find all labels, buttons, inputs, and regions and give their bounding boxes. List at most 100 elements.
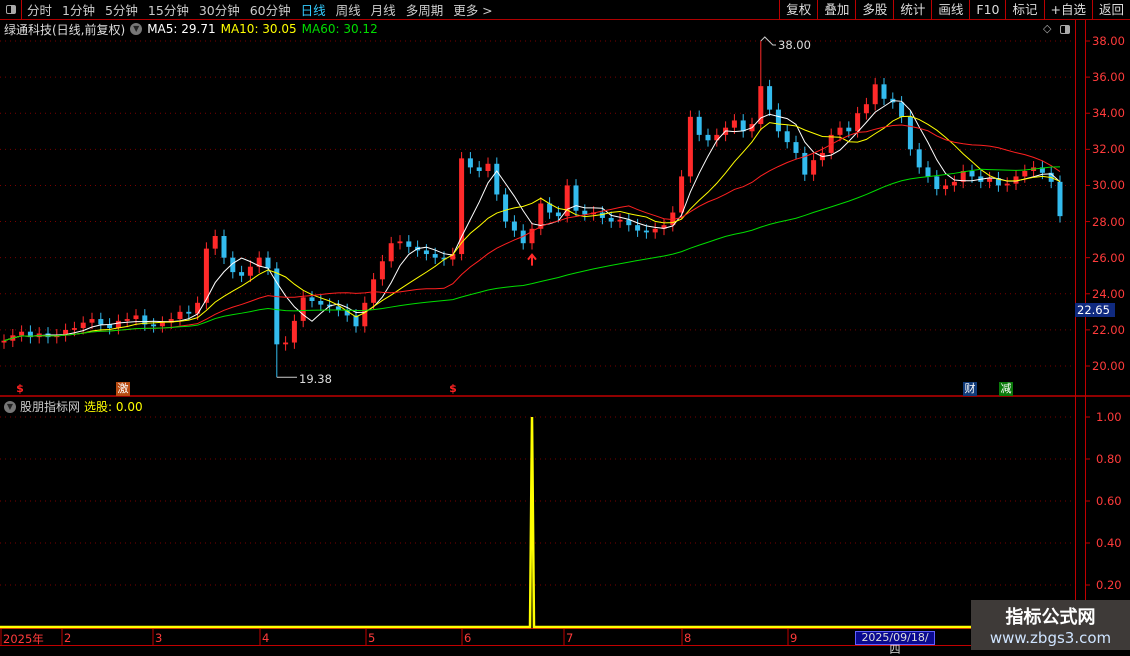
candle-up <box>124 319 130 321</box>
candle-up <box>485 163 491 171</box>
candle-down <box>503 194 509 222</box>
candle-up <box>133 315 139 320</box>
candle-up <box>159 322 165 327</box>
candle-up <box>371 279 377 303</box>
candle-up <box>203 248 209 303</box>
indicator-tick: 0.20 <box>1096 578 1122 592</box>
candle-down <box>406 241 412 247</box>
candle-up <box>1013 176 1019 184</box>
candle-up <box>617 219 623 222</box>
candle-down <box>318 301 324 305</box>
buy-arrow-icon <box>527 253 537 266</box>
jian-badge[interactable]: 减 <box>999 382 1013 396</box>
month-label: 2025年 <box>3 632 44 646</box>
candle-up <box>247 266 253 276</box>
indicator-tick: 1.00 <box>1096 410 1122 424</box>
candle-up <box>863 104 869 114</box>
chevron-down-icon[interactable]: ▼ <box>4 400 16 413</box>
month-label: 8 <box>684 631 692 645</box>
candle-up <box>872 84 878 105</box>
candle-up <box>1004 183 1010 186</box>
indicator-name: 股朋指标网 <box>20 400 81 414</box>
candle-up <box>80 322 86 329</box>
candle-up <box>19 331 25 336</box>
month-label: 5 <box>368 631 376 645</box>
candle-up <box>837 127 843 135</box>
indicator-header: ▼ 股朋指标网 选股: 0.00 <box>4 398 143 415</box>
candle-down <box>635 225 641 231</box>
candle-up <box>679 176 685 213</box>
candle-down <box>925 167 931 177</box>
candle-up <box>1 340 7 343</box>
candle-up <box>115 320 121 329</box>
price-tick: 24.00 <box>1092 286 1125 301</box>
candle-up <box>89 319 95 323</box>
price-tick: 30.00 <box>1092 178 1125 193</box>
candle-up <box>855 113 861 132</box>
candle-down <box>1057 181 1063 217</box>
candle-down <box>881 84 887 99</box>
cursor-date: 2025/09/18/四 <box>855 631 935 656</box>
candle-up <box>811 160 817 175</box>
month-label: 6 <box>464 631 472 645</box>
candle-down <box>151 324 157 327</box>
ji-badge[interactable]: 激 <box>116 382 130 396</box>
dollar-badge[interactable]: $ <box>13 382 27 396</box>
candle-up <box>300 297 306 321</box>
price-tick: 22.00 <box>1092 322 1125 337</box>
month-label: 3 <box>155 631 163 645</box>
cai-badge[interactable]: 财 <box>963 382 977 396</box>
candlestick-chart[interactable] <box>0 0 1130 650</box>
price-tick: 20.00 <box>1092 359 1125 373</box>
candle-up <box>714 134 720 141</box>
candle-up <box>379 261 385 280</box>
candle-down <box>511 221 517 231</box>
candle-up <box>283 342 289 345</box>
candle-down <box>740 120 746 132</box>
price-tick: 36.00 <box>1092 70 1125 85</box>
candle-up <box>362 302 368 327</box>
candle-up <box>291 320 297 343</box>
candle-down <box>793 142 799 153</box>
price-tick: 34.00 <box>1092 106 1125 121</box>
current-price-tag: 22.65 <box>1075 303 1115 317</box>
candle-down <box>265 257 271 269</box>
candle-up <box>397 241 403 244</box>
candle-down <box>608 217 614 222</box>
candle-down <box>907 116 913 150</box>
candle-down <box>775 109 781 132</box>
candle-down <box>221 236 227 258</box>
month-label: 2 <box>64 631 72 645</box>
candle-down <box>934 176 940 190</box>
candle-down <box>582 210 588 215</box>
candle-down <box>423 250 429 255</box>
candle-up <box>212 236 218 249</box>
candle-up <box>943 185 949 190</box>
candle-up <box>177 311 183 320</box>
candle-down <box>696 116 702 135</box>
candle-down <box>916 149 922 168</box>
month-label: 9 <box>790 631 798 645</box>
watermark-url: www.zbgs3.com <box>989 629 1112 647</box>
watermark-title: 指标公式网 <box>1005 607 1096 628</box>
month-label: 4 <box>262 631 270 645</box>
price-tick: 28.00 <box>1092 214 1125 229</box>
price-tick: 26.00 <box>1092 250 1125 265</box>
candle-down <box>969 171 975 177</box>
candle-down <box>573 185 579 211</box>
candle-down <box>846 127 852 132</box>
candle-down <box>784 131 790 143</box>
indicator-value: 选股: 0.00 <box>84 400 143 414</box>
month-label: 7 <box>566 631 574 645</box>
candle-down <box>555 212 561 217</box>
candle-up <box>687 116 693 177</box>
price-tick: 32.00 <box>1092 142 1125 157</box>
candle-down <box>186 311 192 314</box>
indicator-tick: 0.60 <box>1096 494 1122 508</box>
dollar-badge[interactable]: $ <box>446 382 460 396</box>
candle-up <box>652 228 658 233</box>
candle-up <box>1022 171 1028 177</box>
candle-up <box>388 243 394 262</box>
candle-up <box>71 328 77 330</box>
candle-down <box>239 272 245 276</box>
